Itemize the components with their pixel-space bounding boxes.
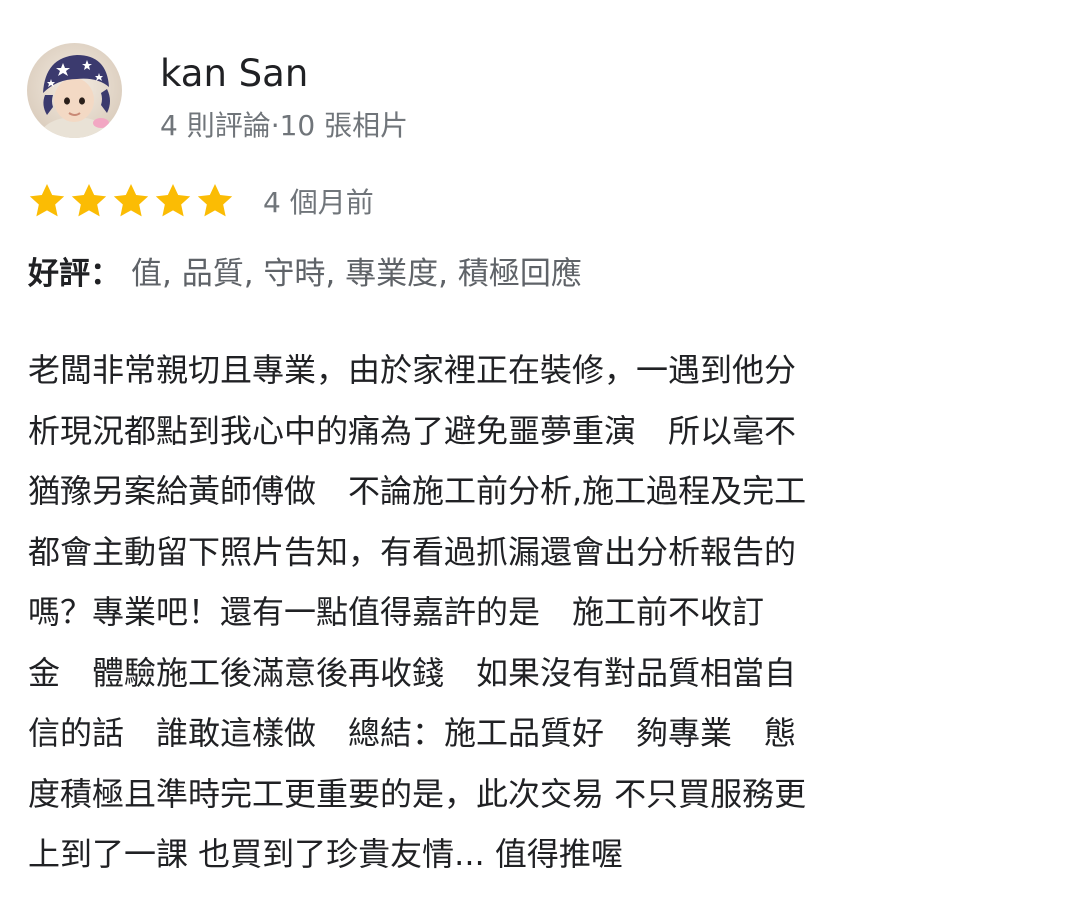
reviewer-avatar[interactable] <box>27 43 122 138</box>
review-line: 上到了一課 也買到了珍貴友情... 值得推喔 <box>28 835 623 873</box>
review-line: 度積極且準時完工更重要的是，此次交易 不只買服務更 <box>28 774 807 813</box>
star-icon <box>29 184 65 217</box>
star-icon <box>113 184 149 217</box>
positive-attributes: 好評： 值, 品質, 守時, 專業度, 積極回應 <box>28 252 582 296</box>
reviewer-name[interactable]: kan San <box>160 52 308 96</box>
review-line: 猶豫另案給黃師傅做 不論施工前分析,施工過程及完工 <box>28 472 807 510</box>
review-line: 析現況都點到我心中的痛為了避免噩夢重演 所以毫不 <box>28 411 797 450</box>
child-avatar-icon <box>27 43 122 138</box>
review-line: 嗎？專業吧！還有一點值得嘉許的是 施工前不收訂 <box>28 593 765 631</box>
star-rating <box>27 181 237 221</box>
star-icon <box>71 184 107 217</box>
review-text: 老闆非常親切且專業，由於家裡正在裝修，一遇到他分 析現況都點到我心中的痛為了避免… <box>28 340 1048 885</box>
review-line: 信的話 誰敢這樣做 總結：施工品質好 夠專業 態 <box>28 714 797 752</box>
review-line: 金 體驗施工後滿意後再收錢 如果沒有對品質相當自 <box>28 653 797 692</box>
review-line: 都會主動留下照片告知，有看過抓漏還會出分析報告的 <box>28 532 797 571</box>
rating-row: 4 個月前 <box>27 180 374 222</box>
review-time: 4 個月前 <box>263 186 374 219</box>
reviewer-stats[interactable]: 4 則評論·10 張相片 <box>160 108 408 144</box>
review-line: 老闆非常親切且專業，由於家裡正在裝修，一遇到他分 <box>28 351 797 389</box>
star-icon <box>155 184 191 217</box>
positive-values: 值, 品質, 守時, 專業度, 積極回應 <box>131 256 582 292</box>
positive-label: 好評： <box>28 256 121 292</box>
star-icon <box>197 184 233 217</box>
